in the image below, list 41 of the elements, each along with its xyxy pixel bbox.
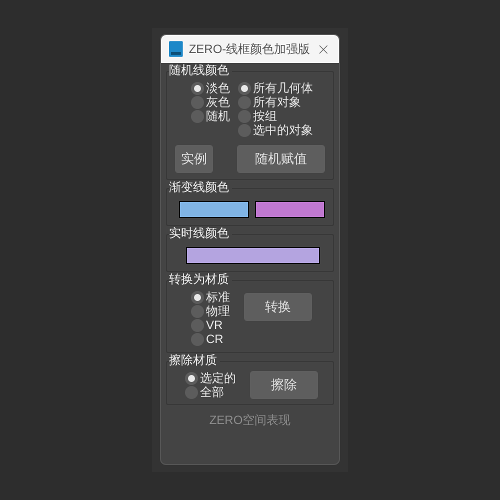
radio-label: 标准 [206, 290, 230, 304]
action-button[interactable]: 擦除 [250, 371, 318, 399]
radio-button[interactable] [191, 318, 204, 332]
action-button[interactable]: 转换 [244, 293, 312, 321]
radio-label: VR [206, 318, 223, 332]
radio-button[interactable] [191, 304, 204, 318]
group-title: 实时线颜色 [169, 226, 232, 240]
radio-button[interactable] [191, 96, 204, 108]
radio-label: 所有对象 [253, 95, 301, 109]
radio-label: 选定的 [200, 371, 236, 385]
radio-label: 随机 [206, 109, 230, 123]
group-title: 渐变线颜色 [169, 180, 232, 194]
radio-label: 按组 [253, 109, 277, 123]
color-swatch[interactable] [179, 201, 249, 218]
action-button[interactable]: 实例 [175, 145, 213, 173]
radio-button[interactable] [238, 110, 251, 122]
action-button[interactable]: 随机赋值 [237, 145, 325, 173]
color-swatch[interactable] [186, 247, 320, 264]
radio-button[interactable] [238, 96, 251, 108]
group-title: 转换为材质 [169, 272, 232, 286]
window-title: ZERO-线框颜色加强版 [188, 41, 310, 58]
group-title: 擦除材质 [169, 353, 220, 367]
radio-label: CR [206, 332, 224, 346]
color-swatch[interactable] [255, 201, 325, 218]
radio-button[interactable] [191, 82, 204, 94]
radio-button[interactable] [185, 386, 198, 398]
radio-button[interactable] [238, 82, 251, 94]
radio-button[interactable] [238, 124, 251, 136]
radio-button[interactable] [191, 110, 204, 122]
radio-label: 物理 [206, 304, 230, 318]
group-title: 随机线颜色 [169, 63, 232, 77]
footer-text: ZERO空间表现 [209, 412, 291, 429]
app-icon [169, 41, 183, 57]
radio-button[interactable] [191, 332, 204, 346]
radio-label: 灰色 [206, 95, 230, 109]
radio-label: 淡色 [206, 81, 230, 95]
radio-button[interactable] [185, 372, 198, 384]
radio-label: 全部 [200, 385, 224, 399]
radio-label: 所有几何体 [253, 81, 313, 95]
radio-button[interactable] [191, 290, 204, 304]
radio-label: 选中的对象 [253, 123, 313, 137]
